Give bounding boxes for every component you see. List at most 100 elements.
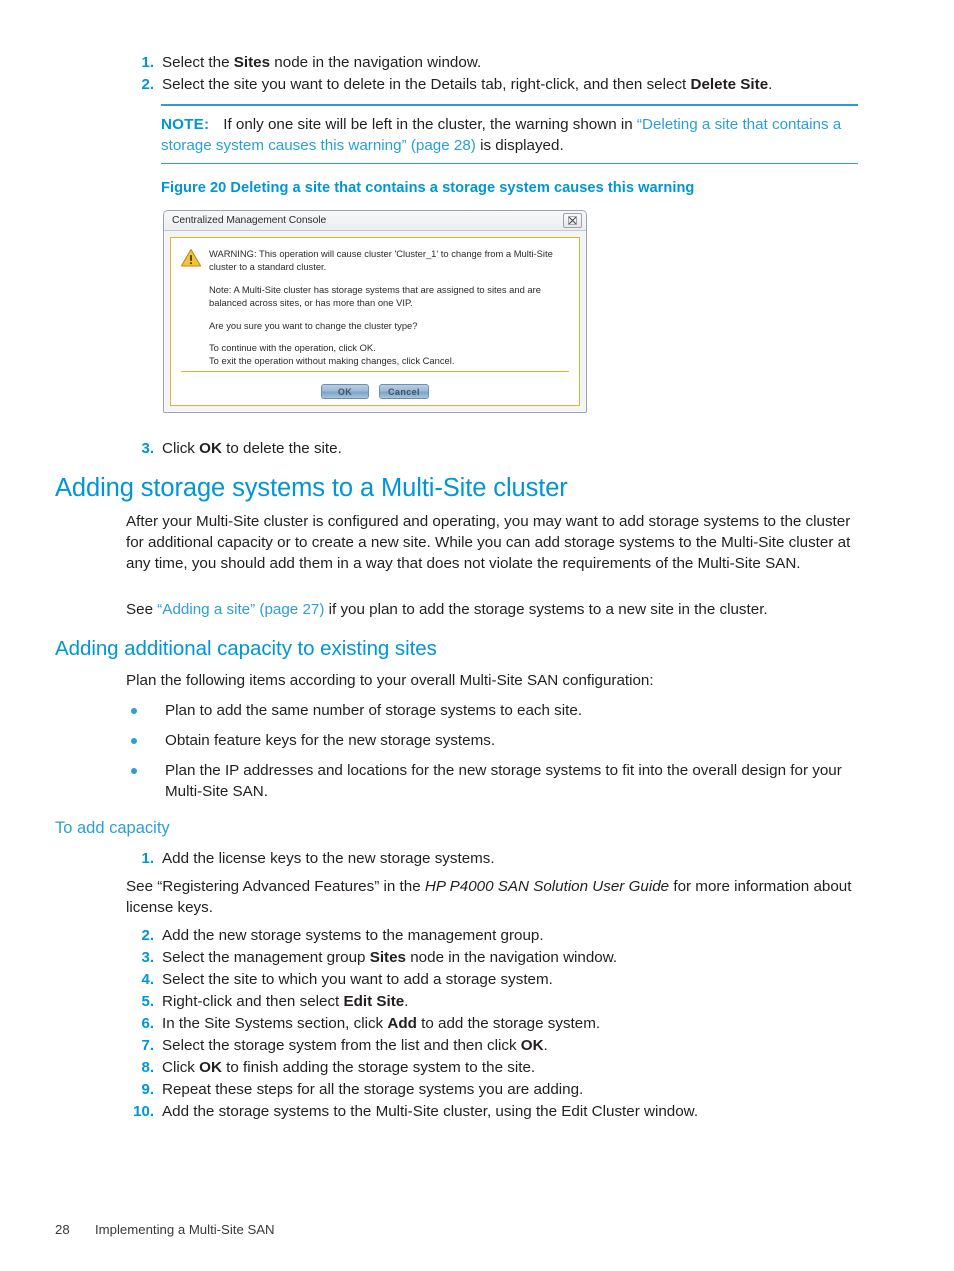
dialog-paragraph-warning: WARNING: This operation will cause clust… (209, 248, 553, 273)
note-callout: NOTE: If only one site will be left in th… (161, 104, 858, 165)
emphasis-bold: Delete Site (690, 76, 769, 93)
delete-site-step-3: 3. Click OK to delete the site. (126, 438, 876, 460)
list-item: 10. Add the storage systems to the Multi-… (126, 1101, 876, 1122)
dialog-separator (181, 371, 569, 372)
list-item: 4. Select the site to which you want to a… (126, 969, 876, 990)
note-bottom-rule (161, 162, 858, 165)
text-run: Select the (162, 54, 234, 71)
list-item-text: Add the license keys to the new storage … (162, 850, 495, 867)
text-run: Click (162, 440, 200, 457)
emphasis-bold: OK (199, 440, 222, 457)
text-run: Select the site to which you want to add… (162, 971, 553, 988)
close-icon[interactable] (563, 213, 582, 228)
warning-triangle-icon (180, 247, 206, 368)
list-item-text: Click OK to finish adding the storage sy… (162, 1057, 876, 1078)
see-also-paragraph: See “Adding a site” (page 27) if you pla… (126, 599, 871, 620)
emphasis-bold: OK (520, 1037, 544, 1054)
list-item-number: 3. (141, 949, 154, 966)
list-item-text: Select the Sites node in the navigation … (162, 52, 876, 73)
list-item-number: 9. (141, 1081, 154, 1098)
dialog-paragraph-question: Are you sure you want to change the clus… (209, 319, 418, 331)
text-run: . (768, 76, 773, 93)
adding-a-site-link[interactable]: “Adding a site” (page 27) (157, 601, 324, 618)
dialog-titlebar: Centralized Management Console (164, 211, 586, 231)
list-item: 5. Right-click and then select Edit Site. (126, 991, 876, 1012)
list-item-number: 1. (141, 54, 154, 71)
list-item: 2. Add the new storage systems to the man… (126, 925, 876, 946)
dialog-cancel-button[interactable]: Cancel (379, 384, 429, 399)
text-run: Select the site you want to delete in th… (162, 76, 691, 93)
list-item: 8. Click OK to finish adding the storage … (126, 1057, 876, 1078)
list-item: 6. In the Site Systems section, click Add… (126, 1013, 876, 1034)
list-item-text: Select the site to which you want to add… (162, 969, 876, 990)
list-item-text: Plan to add the same number of storage s… (165, 702, 583, 719)
text-run: to delete the site. (221, 440, 342, 457)
list-item: 1. Select the Sites node in the navigatio… (126, 52, 876, 73)
text-run: Repeat these steps for all the storage s… (162, 1081, 584, 1098)
list-item-text: Select the management group Sites node i… (162, 947, 876, 968)
list-item-number: 2. (141, 76, 154, 93)
section-heading-to-add-capacity: To add capacity (55, 819, 170, 837)
text-run: . (543, 1037, 548, 1054)
emphasis-bold: Edit Site (343, 993, 405, 1010)
list-item-text: Plan the IP addresses and locations for … (165, 762, 842, 800)
list-item: Obtain feature keys for the new storage … (126, 730, 876, 751)
license-keys-note: See “Registering Advanced Features” in t… (126, 876, 871, 918)
text-run: Add the new storage systems to the manag… (162, 927, 544, 944)
list-item: 9. Repeat these steps for all the storage… (126, 1079, 876, 1100)
delete-site-steps: 1. Select the Sites node in the navigatio… (126, 52, 876, 96)
note-text-after: is displayed. (475, 136, 564, 154)
license-note-before: See “Registering Advanced Features” in t… (126, 878, 425, 895)
list-item-number: 8. (141, 1059, 154, 1076)
capacity-steps-list: 2. Add the new storage systems to the man… (126, 925, 876, 1123)
list-item: 3. Select the management group Sites node… (126, 947, 876, 968)
planning-bullet-list: Plan to add the same number of storage s… (126, 700, 876, 811)
dialog-content-panel: WARNING: This operation will cause clust… (170, 237, 580, 406)
intro-paragraph: After your Multi-Site cluster is configu… (126, 513, 851, 572)
note-label: NOTE: (161, 115, 210, 133)
list-item-text: Obtain feature keys for the new storage … (165, 732, 496, 749)
list-item-number: 1. (141, 850, 154, 867)
list-item-number: 2. (141, 927, 154, 944)
dialog-paragraph-note: Note: A Multi-Site cluster has storage s… (209, 283, 541, 309)
dialog-messages: WARNING: This operation will cause clust… (206, 247, 569, 368)
text-run: Right-click and then select (162, 993, 344, 1010)
text-run: Select the storage system from the list … (162, 1037, 521, 1054)
text-run: Click (162, 1059, 200, 1076)
text-run: to finish adding the storage system to t… (221, 1059, 536, 1076)
list-item: 7. Select the storage system from the lis… (126, 1035, 876, 1056)
list-item: 3. Click OK to delete the site. (126, 438, 876, 459)
cmc-warning-dialog: Centralized Management Console WARNING: … (163, 210, 587, 413)
list-item: Plan to add the same number of storage s… (126, 700, 876, 721)
section-heading-additional-capacity: Adding additional capacity to existing s… (55, 637, 437, 660)
list-item-number: 7. (141, 1037, 154, 1054)
list-item-text: In the Site Systems section, click Add t… (162, 1013, 876, 1034)
text-run: Add the storage systems to the Multi-Sit… (162, 1103, 699, 1120)
text-run: . (404, 993, 409, 1010)
page-title: Adding storage systems to a Multi-Site c… (55, 474, 568, 502)
license-note-guide-title: HP P4000 SAN Solution User Guide (424, 878, 670, 895)
emphasis-bold: Sites (233, 54, 271, 71)
page-footer: 28 Implementing a Multi-Site SAN (55, 1222, 275, 1237)
list-item-number: 4. (141, 971, 154, 988)
list-item-text: Repeat these steps for all the storage s… (162, 1079, 876, 1100)
see-also-after: if you plan to add the storage systems t… (324, 601, 768, 618)
list-item-number: 3. (141, 440, 154, 457)
list-item-text: Add the new storage systems to the manag… (162, 925, 876, 946)
list-item: 1. Add the license keys to the new stora… (126, 848, 876, 869)
dialog-ok-button[interactable]: OK (321, 384, 370, 399)
dialog-warning-row: WARNING: This operation will cause clust… (171, 238, 579, 368)
note-body: NOTE: If only one site will be left in th… (161, 106, 858, 163)
list-item-text: Select the storage system from the list … (162, 1035, 876, 1056)
see-also-before: See (126, 601, 158, 618)
list-item-number: 6. (141, 1015, 154, 1032)
text-run: node in the navigation window. (406, 949, 618, 966)
list-item-number: 10. (133, 1103, 154, 1120)
footer-page-number: 28 (55, 1222, 70, 1237)
list-item: 2. Select the site you want to delete in … (126, 74, 876, 95)
note-text-before: If only one site will be left in the clu… (223, 115, 637, 133)
list-item-number: 5. (141, 993, 154, 1010)
text-run: In the Site Systems section, click (162, 1015, 388, 1032)
list-item: Plan the IP addresses and locations for … (126, 760, 876, 802)
list-item-text: Click OK to delete the site. (162, 438, 876, 459)
